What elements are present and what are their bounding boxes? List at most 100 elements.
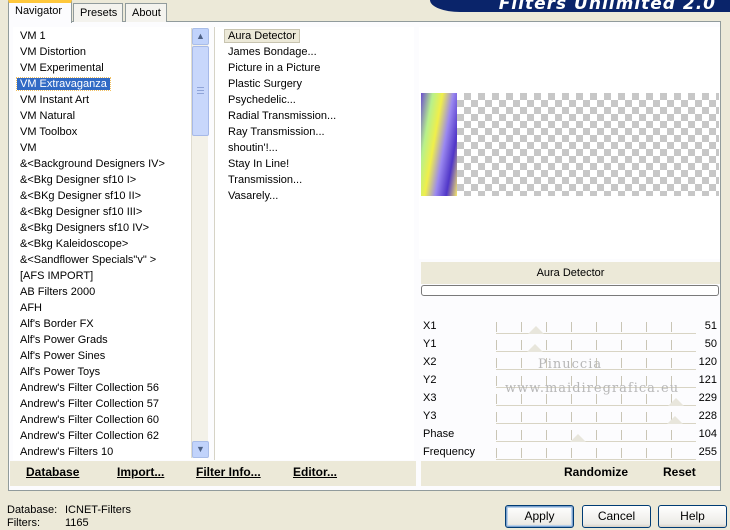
param-value: 50: [704, 338, 717, 350]
filter-item[interactable]: Ray Transmission...: [221, 124, 414, 140]
scroll-thumb[interactable]: [192, 46, 209, 136]
slider-ticks: [496, 430, 696, 440]
category-item[interactable]: Andrew's Filter Collection 56: [13, 380, 207, 396]
category-item[interactable]: VM 1: [13, 28, 207, 44]
category-item[interactable]: &<Bkg Designer sf10 I>: [13, 172, 207, 188]
filter-item[interactable]: Radial Transmission...: [221, 108, 414, 124]
category-item[interactable]: Alf's Power Sines: [13, 348, 207, 364]
slider-thumb[interactable]: [666, 416, 683, 424]
param-label: X3: [423, 392, 437, 404]
category-item[interactable]: &<Bkg Designers sf10 IV>: [13, 220, 207, 236]
category-item[interactable]: &<Background Designers IV>: [13, 156, 207, 172]
param-value: 51: [704, 320, 717, 332]
filter-item[interactable]: Plastic Surgery: [221, 76, 414, 92]
filter-info-button[interactable]: Filter Info...: [196, 465, 261, 479]
slider-thumb[interactable]: [528, 326, 544, 334]
scroll-up-icon[interactable]: ▲: [192, 28, 209, 45]
scroll-down-icon[interactable]: ▼: [192, 441, 209, 458]
category-label: Alf's Border FX: [20, 318, 94, 330]
cancel-button[interactable]: Cancel: [582, 505, 651, 528]
param-label: Phase: [423, 428, 455, 440]
param-value: 120: [698, 356, 717, 368]
category-item[interactable]: VM Instant Art: [13, 92, 207, 108]
database-button[interactable]: Database: [26, 465, 79, 479]
editor-button[interactable]: Editor...: [293, 465, 337, 479]
reset-button[interactable]: Reset: [663, 465, 696, 479]
param-value: 229: [698, 392, 717, 404]
category-label: VM Experimental: [20, 62, 104, 74]
category-item[interactable]: Andrew's Filters 10: [13, 444, 207, 460]
category-item[interactable]: AFH: [13, 300, 207, 316]
slider-ticks: [496, 322, 696, 332]
filter-item[interactable]: Vasarely...: [221, 188, 414, 204]
category-item[interactable]: VM Natural: [13, 108, 207, 124]
param-row-phase: Phase 104: [421, 426, 720, 444]
category-label: VM Distortion: [20, 46, 87, 58]
filter-label: Ray Transmission...: [228, 126, 325, 138]
slider-thumb[interactable]: [667, 398, 684, 406]
filter-item[interactable]: Transmission...: [221, 172, 414, 188]
slider-track[interactable]: [496, 351, 696, 352]
category-label: AFH: [20, 302, 42, 314]
slider-thumb[interactable]: [569, 434, 586, 442]
slider-thumb[interactable]: [527, 344, 544, 352]
category-label: &<Background Designers IV>: [20, 158, 165, 170]
category-label: Andrew's Filter Collection 57: [20, 398, 160, 410]
database-label: Database:: [7, 504, 58, 516]
filter-item[interactable]: Stay In Line!: [221, 156, 414, 172]
randomize-button[interactable]: Randomize: [564, 465, 628, 479]
tab-navigator[interactable]: Navigator: [8, 0, 72, 23]
filter-list[interactable]: Aura Detector James Bondage... Picture in …: [214, 27, 414, 460]
preview-filter-name: Aura Detector: [536, 267, 605, 279]
filter-item[interactable]: shoutin'!...: [221, 140, 414, 156]
category-item[interactable]: [AFS IMPORT]: [13, 268, 207, 284]
filter-label: Radial Transmission...: [228, 110, 337, 122]
slider-track[interactable]: [496, 459, 696, 460]
slider-track[interactable]: [496, 441, 696, 442]
category-label: [AFS IMPORT]: [20, 270, 94, 282]
help-button[interactable]: Help: [658, 505, 727, 528]
filter-item[interactable]: Psychedelic...: [221, 92, 414, 108]
category-item[interactable]: Andrew's Filter Collection 57: [13, 396, 207, 412]
slider-track[interactable]: [496, 405, 696, 406]
category-item[interactable]: VM Toolbox: [13, 124, 207, 140]
category-item[interactable]: VM Distortion: [13, 44, 207, 60]
category-item[interactable]: &<Bkg Kaleidoscope>: [13, 236, 207, 252]
slider-ticks: [496, 340, 696, 350]
category-item[interactable]: &<BKg Designer sf10 II>: [13, 188, 207, 204]
category-item[interactable]: VM: [13, 140, 207, 156]
category-label: Andrew's Filters 10: [20, 446, 114, 458]
category-label: Andrew's Filter Collection 62: [20, 430, 160, 442]
filter-item[interactable]: Picture in a Picture: [221, 60, 414, 76]
filters-label: Filters:: [7, 517, 40, 529]
category-item[interactable]: &<Sandflower Specials"v" >: [13, 252, 207, 268]
category-item[interactable]: AB Filters 2000: [13, 284, 207, 300]
category-item[interactable]: Alf's Power Grads: [13, 332, 207, 348]
filter-label: Picture in a Picture: [228, 62, 321, 74]
apply-button[interactable]: Apply: [505, 505, 574, 528]
filter-item[interactable]: James Bondage...: [221, 44, 414, 60]
watermark-line2: www.maidiregrafica.eu: [505, 381, 680, 396]
category-label: &<Bkg Kaleidoscope>: [20, 238, 129, 250]
import-button[interactable]: Import...: [117, 465, 164, 479]
category-item[interactable]: VM Extravaganza: [13, 76, 207, 92]
category-list[interactable]: VM 1 VM Distortion VM Experimental VM Extra…: [13, 27, 207, 460]
param-label: Y2: [423, 374, 437, 386]
param-value: 228: [698, 410, 717, 422]
category-scrollbar[interactable]: ▲ ▼: [191, 28, 209, 458]
slider-track[interactable]: [496, 333, 696, 334]
tab-presets[interactable]: Presets: [73, 3, 123, 22]
category-item[interactable]: Alf's Power Toys: [13, 364, 207, 380]
filter-label: Plastic Surgery: [228, 78, 302, 90]
category-label: VM: [20, 142, 37, 154]
category-item[interactable]: Andrew's Filter Collection 60: [13, 412, 207, 428]
param-row-frequency: Frequency 255: [421, 444, 720, 462]
category-item[interactable]: Alf's Border FX: [13, 316, 207, 332]
tab-about[interactable]: About: [125, 3, 167, 22]
filter-item[interactable]: Aura Detector: [221, 28, 414, 44]
filter-label: Stay In Line!: [228, 158, 290, 170]
category-item[interactable]: Andrew's Filter Collection 62: [13, 428, 207, 444]
category-label: AB Filters 2000: [20, 286, 96, 298]
category-item[interactable]: &<Bkg Designer sf10 III>: [13, 204, 207, 220]
category-item[interactable]: VM Experimental: [13, 60, 207, 76]
